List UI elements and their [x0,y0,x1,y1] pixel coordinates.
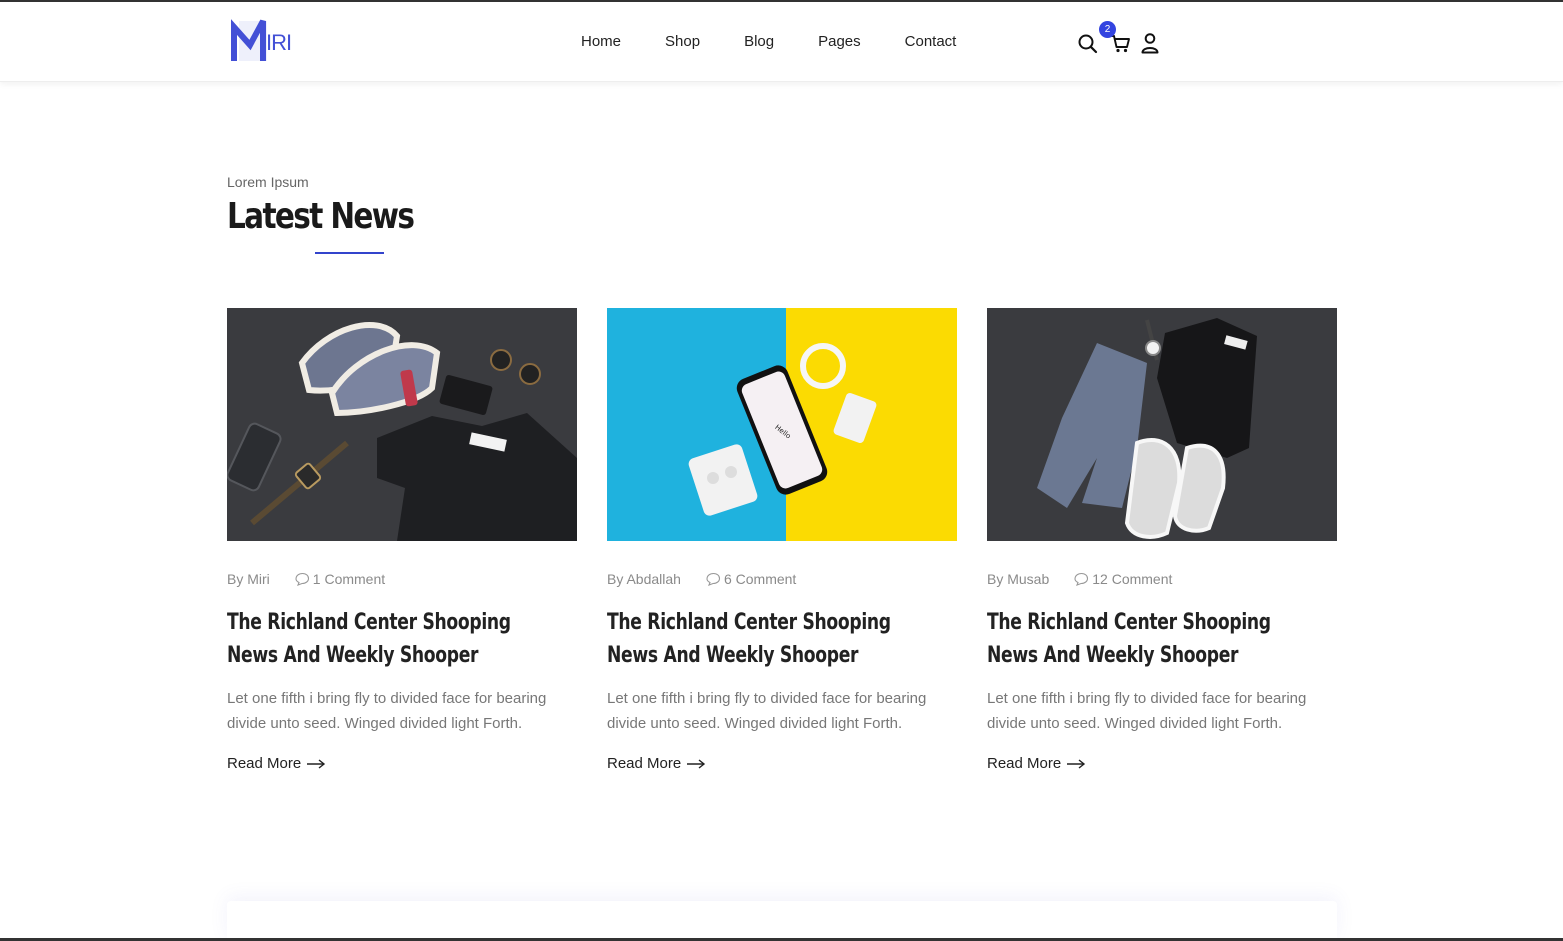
cart-count-badge: 2 [1099,21,1116,38]
news-card: By Musab 12 Comment The Richland Center … [987,308,1337,772]
news-image-phone[interactable]: Hello [607,308,957,541]
post-comments[interactable]: 1 Comment [294,571,385,587]
arrow-right-icon [687,758,706,769]
read-more-label: Read More [987,755,1062,772]
next-section-panel [227,901,1337,941]
nav-shop[interactable]: Shop [665,33,700,51]
read-more-label: Read More [607,755,682,772]
news-card: By Miri 1 Comment The Richland Center Sh… [227,308,577,772]
post-meta: By Miri 1 Comment [227,571,385,587]
comment-icon [1074,572,1089,586]
news-image-shoes-shirt[interactable] [227,308,577,541]
header-icons [1077,32,1167,56]
comment-icon [706,572,721,586]
post-excerpt: Let one fifth i bring fly to divided fac… [987,690,1307,732]
nav-blog[interactable]: Blog [744,33,774,51]
site-logo[interactable]: IRI [231,19,301,63]
comment-count: 1 Comment [312,571,386,587]
section-subtitle: Lorem Ipsum [227,174,309,190]
user-icon[interactable] [1139,32,1161,54]
read-more-label: Read More [227,755,302,772]
post-excerpt: Let one fifth i bring fly to divided fac… [607,690,927,732]
post-title[interactable]: The Richland Center Shooping News And We… [987,606,1299,672]
site-header: IRI Home Shop Blog Pages Contact 2 [0,2,1563,82]
arrow-right-icon [1067,758,1086,769]
read-more-link[interactable]: Read More [987,755,1086,772]
logo-text: IRI [266,30,292,55]
post-comments[interactable]: 12 Comment [1073,571,1172,587]
nav-pages[interactable]: Pages [818,33,861,51]
comment-count: 12 Comment [1092,571,1173,587]
main-nav: Home Shop Blog Pages Contact [581,33,956,51]
post-title[interactable]: The Richland Center Shooping News And We… [227,606,539,672]
read-more-link[interactable]: Read More [227,755,326,772]
title-underline [315,252,384,254]
comment-icon [295,572,309,586]
post-meta: By Abdallah 6 Comment [607,571,796,587]
post-comments[interactable]: 6 Comment [705,571,796,587]
logo-m-icon [231,19,267,61]
news-card: Hello By Abdallah 6 Comment The Richland… [607,308,957,772]
section-title: Latest News [227,196,415,237]
post-title[interactable]: The Richland Center Shooping News And We… [607,606,919,672]
post-excerpt: Let one fifth i bring fly to divided fac… [227,690,547,732]
nav-home[interactable]: Home [581,33,621,51]
news-image-outfit[interactable] [987,308,1337,541]
comment-count: 6 Comment [723,571,797,587]
nav-contact[interactable]: Contact [905,33,957,51]
post-author[interactable]: By Musab [987,571,1049,587]
read-more-link[interactable]: Read More [607,755,706,772]
post-meta: By Musab 12 Comment [987,571,1172,587]
post-author[interactable]: By Miri [227,571,270,587]
post-author[interactable]: By Abdallah [607,571,681,587]
arrow-right-icon [307,758,326,769]
search-icon[interactable] [1077,32,1099,54]
